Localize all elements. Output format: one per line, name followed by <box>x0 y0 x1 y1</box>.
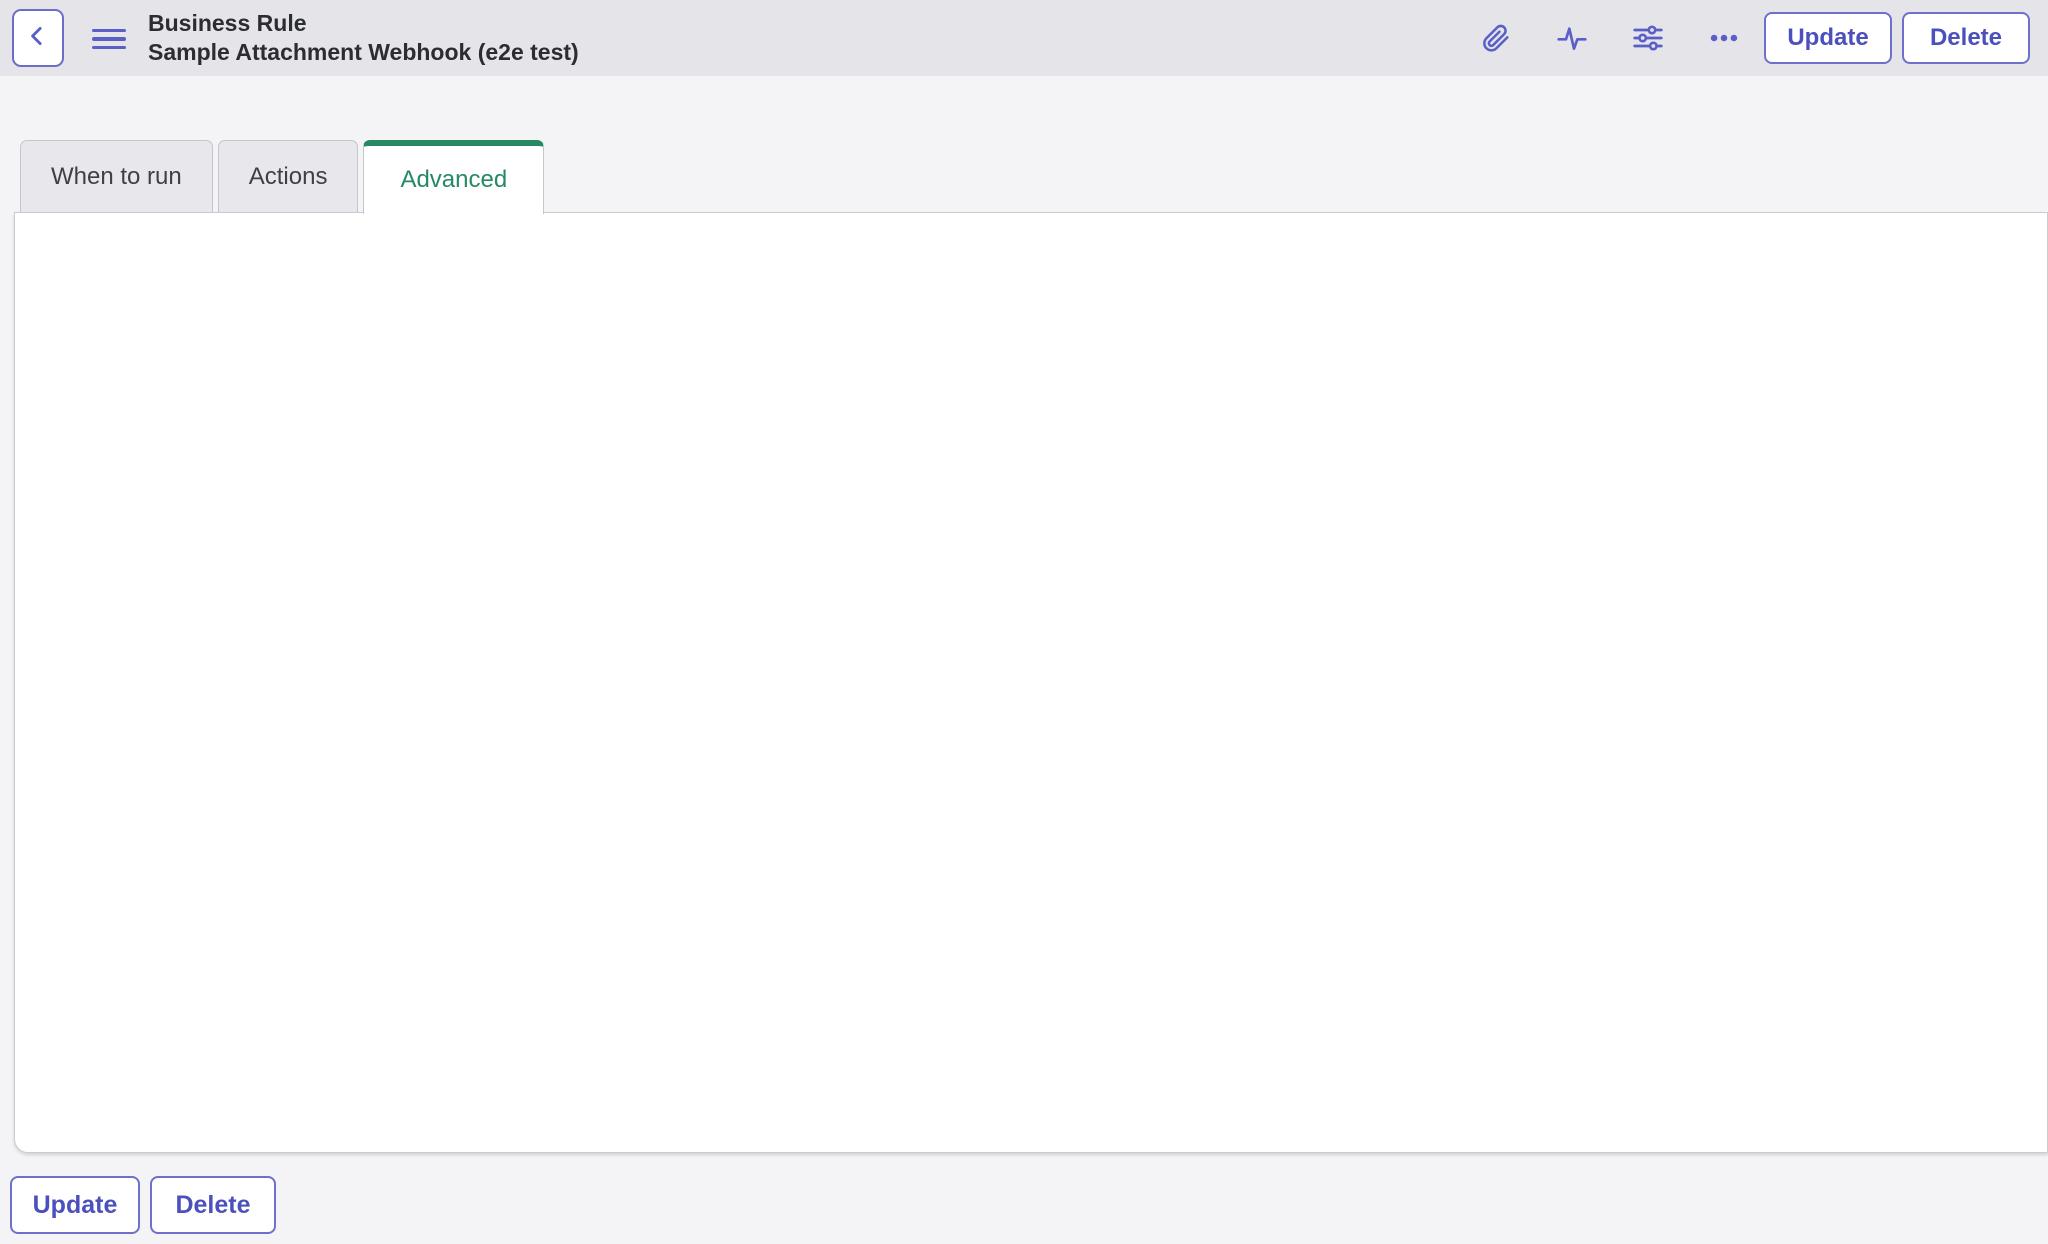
update-button-footer[interactable]: Update <box>10 1176 140 1234</box>
tab-actions[interactable]: Actions <box>218 140 359 212</box>
record-name-title: Sample Attachment Webhook (e2e test) <box>148 38 579 67</box>
delete-button-header[interactable]: Delete <box>1902 12 2030 64</box>
attachment-icon[interactable] <box>1478 20 1514 56</box>
header-bar: Business Rule Sample Attachment Webhook … <box>0 0 2048 76</box>
tab-bar: When to run Actions Advanced <box>20 140 544 212</box>
back-button[interactable] <box>12 9 64 67</box>
page-title: Business Rule Sample Attachment Webhook … <box>148 9 579 67</box>
more-options-icon[interactable] <box>1706 20 1742 56</box>
update-button-header[interactable]: Update <box>1764 12 1892 64</box>
tab-advanced[interactable]: Advanced <box>363 140 544 214</box>
record-type-title: Business Rule <box>148 9 579 38</box>
chevron-left-icon <box>25 21 51 56</box>
delete-button-footer[interactable]: Delete <box>150 1176 276 1234</box>
menu-icon[interactable] <box>92 24 126 54</box>
activity-icon[interactable] <box>1554 20 1590 56</box>
filter-sliders-icon[interactable] <box>1630 20 1666 56</box>
advanced-tab-panel <box>14 212 2048 1153</box>
tab-when-to-run[interactable]: When to run <box>20 140 213 212</box>
